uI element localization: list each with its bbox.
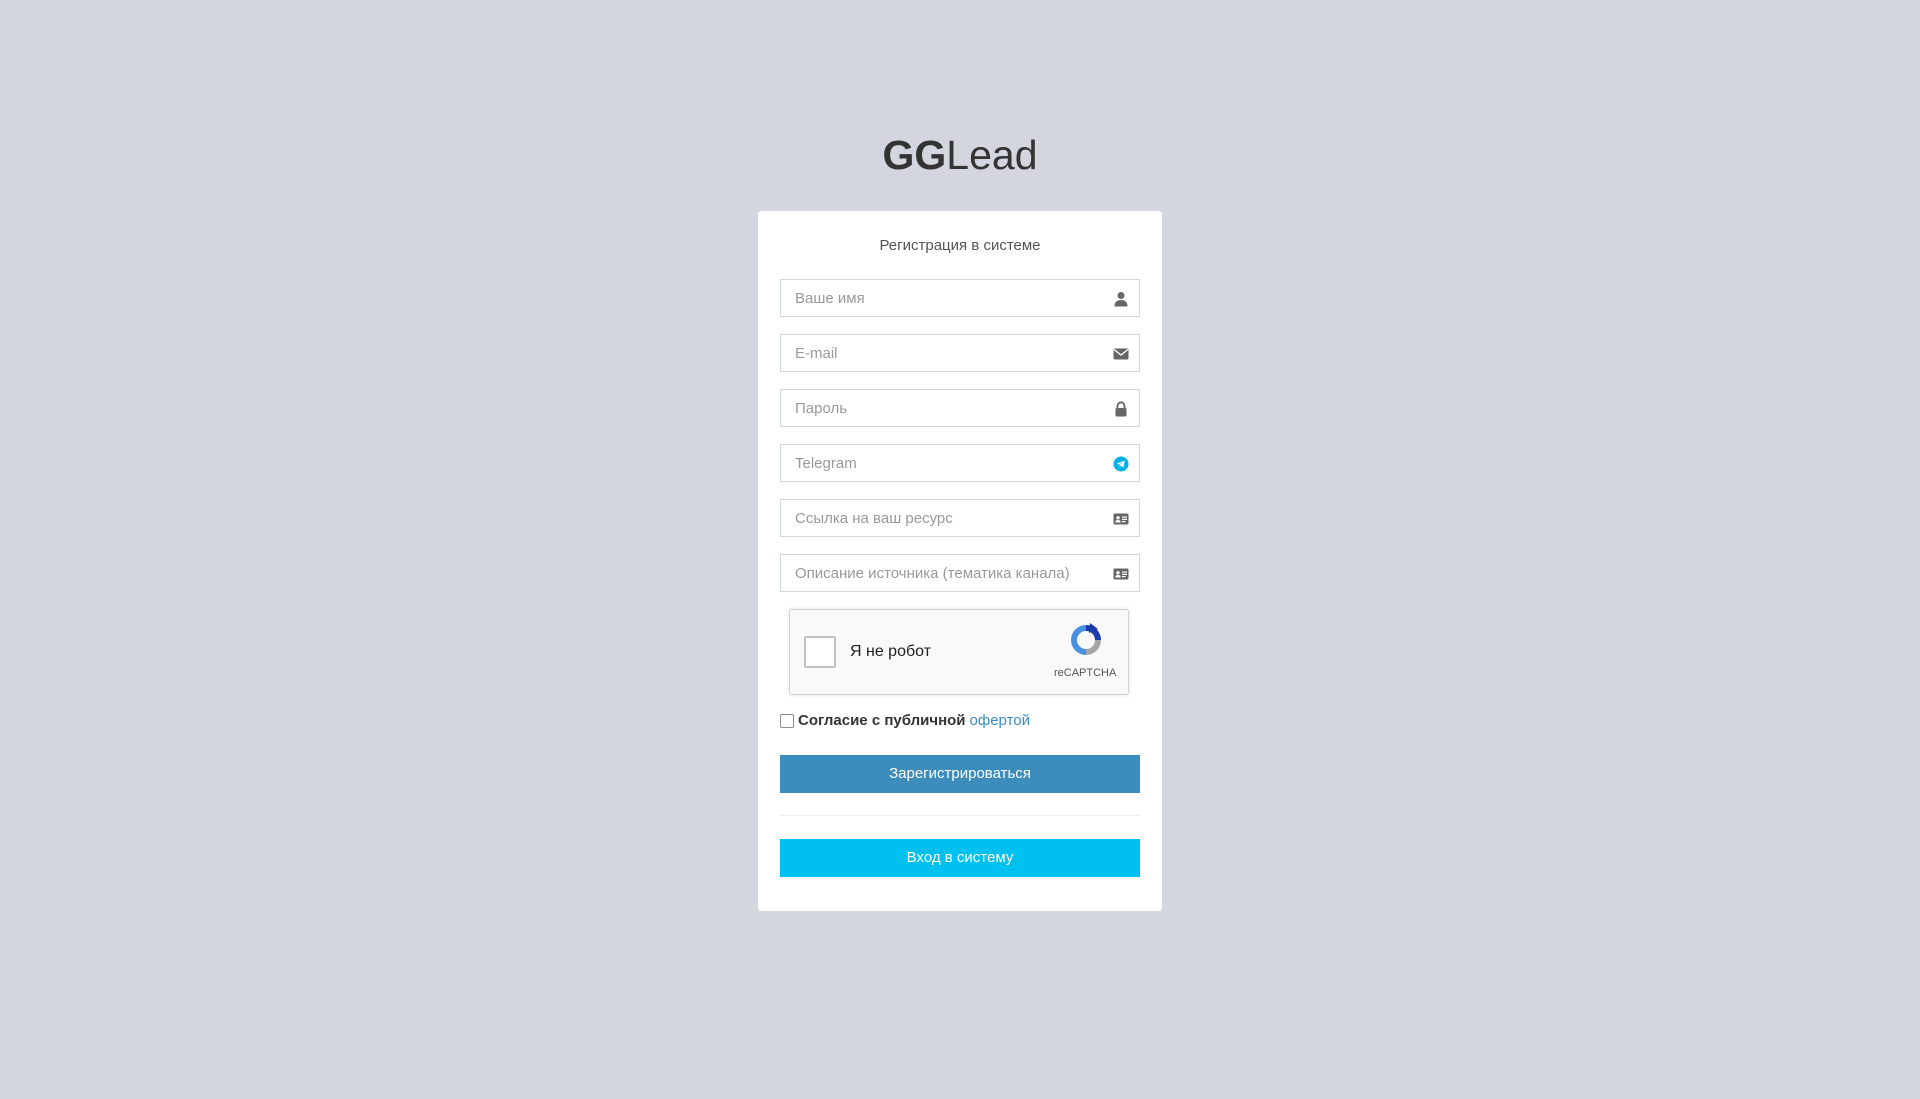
- telegram-icon: [1113, 456, 1129, 472]
- agreement-checkbox[interactable]: [780, 713, 794, 728]
- brand-logo-light: Lead: [946, 132, 1038, 178]
- offer-link[interactable]: офертой: [970, 712, 1030, 729]
- brand-logo: GGLead: [0, 128, 1920, 182]
- form-title: Регистрация в системе: [879, 237, 1041, 254]
- resource-field-wrapper: [780, 499, 1140, 537]
- name-field-wrapper: [780, 279, 1140, 317]
- registration-card: Регистрация в системе Ваше имя E-mail Te…: [758, 211, 1162, 911]
- recaptcha-brand: reCAPTCHA: [1054, 667, 1117, 679]
- envelope-icon: [1113, 348, 1129, 360]
- recaptcha-checkbox[interactable]: [804, 636, 836, 668]
- user-icon: [1114, 292, 1128, 307]
- lock-icon: [1115, 401, 1127, 417]
- brand-logo-bold: GG: [882, 132, 947, 178]
- resource-input[interactable]: [781, 500, 1139, 536]
- password-field-wrapper: [780, 389, 1140, 427]
- login-button[interactable]: Вход в систему: [780, 839, 1140, 877]
- description-field-wrapper: [780, 554, 1140, 592]
- recaptcha-label: Я не робот: [850, 643, 932, 660]
- name-input[interactable]: [781, 280, 1139, 316]
- email-input[interactable]: [781, 335, 1139, 371]
- divider: [780, 815, 1140, 816]
- password-input[interactable]: [781, 390, 1139, 426]
- register-button[interactable]: Зарегистрироваться: [780, 755, 1140, 793]
- agreement-text: Согласие с публичной: [798, 712, 966, 729]
- recaptcha-widget: Я не робот reCAPTCHA: [789, 609, 1129, 695]
- id-card-icon: [1113, 513, 1129, 525]
- telegram-input[interactable]: [781, 445, 1139, 481]
- email-field-wrapper: [780, 334, 1140, 372]
- agreement-row: Согласие с публичной офертой: [780, 712, 1030, 729]
- telegram-field-wrapper: [780, 444, 1140, 482]
- recaptcha-logo-icon: [1071, 623, 1101, 655]
- id-card-icon: [1113, 568, 1129, 580]
- description-input[interactable]: [781, 555, 1139, 591]
